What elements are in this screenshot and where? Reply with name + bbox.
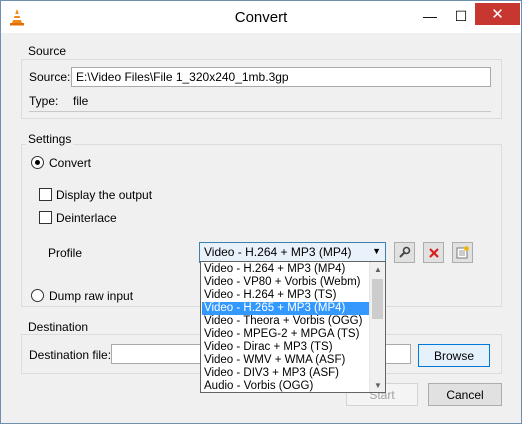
profile-option[interactable]: Video - DIV3 + MP3 (ASF) xyxy=(202,367,370,380)
profile-option[interactable]: Audio - Vorbis (OGG) xyxy=(202,380,370,392)
new-profile-icon xyxy=(456,246,469,259)
close-icon[interactable]: ✕ xyxy=(475,3,520,25)
profile-option[interactable]: Video - MPEG-2 + MPGA (TS) xyxy=(202,328,370,341)
profile-option[interactable]: Video - H.265 + MP3 (MP4) xyxy=(202,302,370,315)
type-value: file xyxy=(73,94,89,108)
profile-option[interactable]: Video - VP80 + Vorbis (Webm) xyxy=(202,276,370,289)
browse-button[interactable]: Browse xyxy=(418,344,490,367)
dropdown-scrollbar[interactable]: ▲ ▼ xyxy=(369,262,385,392)
maximize-icon[interactable]: ☐ xyxy=(446,1,476,31)
convert-dialog: Convert — ☐ ✕ Source Source: E:\Video Fi… xyxy=(0,0,522,424)
settings-group-title: Settings xyxy=(26,132,74,146)
delete-x-icon xyxy=(428,247,439,258)
chevron-down-icon: ▼ xyxy=(372,246,381,256)
profile-selected-value: Video - H.264 + MP3 (MP4) xyxy=(204,245,352,259)
delete-profile-button[interactable] xyxy=(423,242,444,263)
wrench-icon xyxy=(399,246,411,258)
profile-option[interactable]: Video - Dirac + MP3 (TS) xyxy=(202,341,370,354)
profile-label: Profile xyxy=(48,246,83,260)
profile-option[interactable]: Video - H.264 + MP3 (TS) xyxy=(202,289,370,302)
scroll-down-icon[interactable]: ▼ xyxy=(370,378,385,392)
display-output-checkbox[interactable] xyxy=(39,188,52,201)
minimize-icon[interactable]: — xyxy=(415,1,445,31)
edit-profile-button[interactable] xyxy=(394,242,415,263)
convert-label: Convert xyxy=(49,156,92,170)
cancel-button[interactable]: Cancel xyxy=(428,383,502,406)
profile-select[interactable]: Video - H.264 + MP3 (MP4) ▼ xyxy=(199,242,386,263)
type-label: Type: xyxy=(29,94,59,108)
convert-radio[interactable] xyxy=(31,156,44,169)
profile-option[interactable]: Video - H.264 + MP3 (MP4) xyxy=(202,263,370,276)
profile-option[interactable]: Video - WMV + WMA (ASF) xyxy=(202,354,370,367)
display-output-label: Display the output xyxy=(56,188,153,202)
dump-raw-radio[interactable] xyxy=(31,289,44,302)
dump-raw-label: Dump raw input xyxy=(49,289,134,303)
deinterlace-checkbox[interactable] xyxy=(39,211,52,224)
destination-group-title: Destination xyxy=(26,320,91,334)
profile-dropdown-list: Video - H.264 + MP3 (MP4) Video - VP80 + … xyxy=(200,261,386,393)
source-divider xyxy=(29,111,491,112)
source-path-field[interactable]: E:\Video Files\File 1_320x240_1mb.3gp xyxy=(71,67,491,87)
new-profile-button[interactable] xyxy=(452,242,473,263)
source-group-title: Source xyxy=(26,44,69,58)
deinterlace-label: Deinterlace xyxy=(56,211,117,225)
title-bar: Convert — ☐ ✕ xyxy=(1,1,521,33)
destination-file-label: Destination file: xyxy=(29,348,112,362)
scroll-thumb[interactable] xyxy=(372,279,383,319)
source-label: Source: xyxy=(29,70,71,84)
profile-option[interactable]: Video - Theora + Vorbis (OGG) xyxy=(202,315,370,328)
scroll-up-icon[interactable]: ▲ xyxy=(370,262,385,276)
